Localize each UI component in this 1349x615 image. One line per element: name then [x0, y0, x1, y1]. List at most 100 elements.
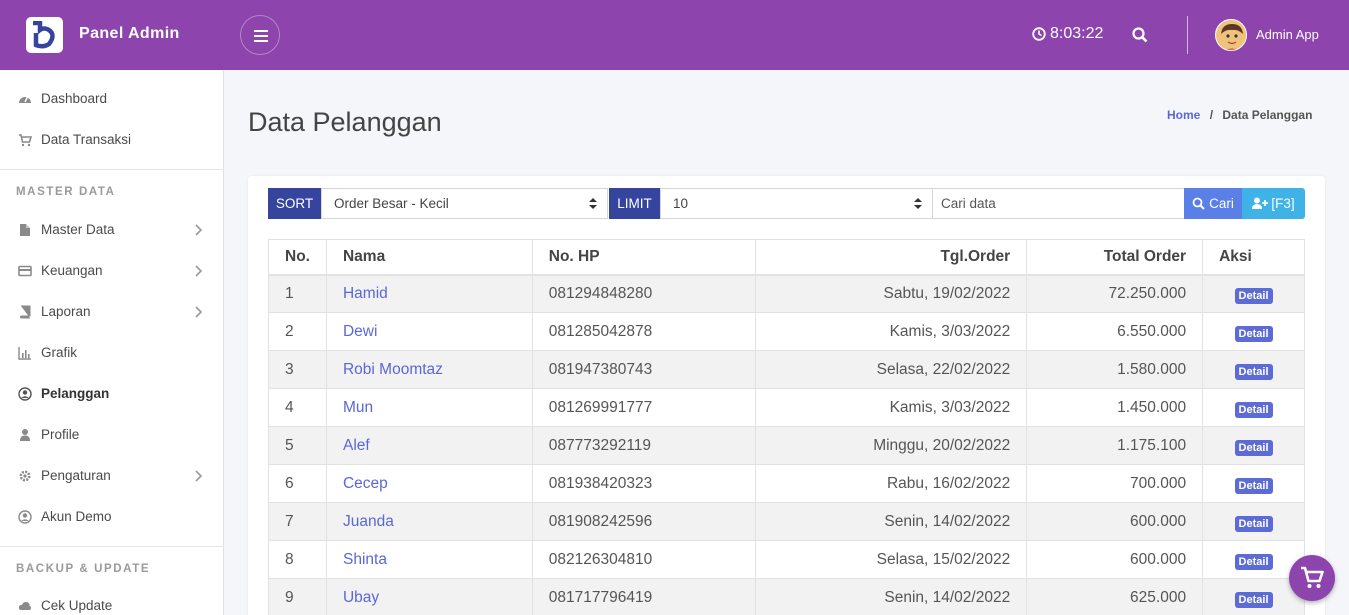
customer-name-link[interactable]: Robi Moomtaz	[325, 350, 533, 389]
cell-aksi: Detail	[1202, 426, 1305, 465]
detail-button[interactable]: Detail	[1234, 363, 1273, 380]
cell-total: 1.175.100	[1026, 426, 1204, 465]
customer-name-link[interactable]: Dewi	[325, 312, 533, 351]
cell-tgl: Sabtu, 19/02/2022	[754, 274, 1028, 313]
customer-name-link[interactable]: Mun	[325, 388, 533, 427]
menu-toggle-button[interactable]	[240, 15, 280, 55]
sidebar-item-label: Profile	[41, 427, 80, 442]
user-circle-icon	[18, 510, 32, 524]
sidebar-item-grafik[interactable]: Grafik	[0, 333, 224, 373]
sidebar-item-akun-demo[interactable]: Akun Demo	[0, 497, 224, 537]
column-header-nama[interactable]: Nama	[325, 239, 533, 276]
detail-button[interactable]: Detail	[1234, 477, 1273, 494]
sort-select[interactable]: Order Besar - Kecil	[321, 188, 608, 219]
search-button-label: Cari	[1209, 196, 1234, 211]
sort-select-value: Order Besar - Kecil	[334, 196, 449, 211]
customer-name-link[interactable]: Juanda	[325, 502, 533, 541]
cell-hp: 087773292119	[531, 426, 756, 465]
sidebar: Dashboard Data Transaksi MASTER DATA Mas…	[0, 70, 224, 615]
cell-tgl: Kamis, 3/03/2022	[754, 312, 1028, 351]
cell-total: 72.250.000	[1026, 274, 1204, 313]
cell-no: 3	[268, 350, 327, 389]
sidebar-item-pengaturan[interactable]: Pengaturan	[0, 456, 224, 496]
add-button-label: [F3]	[1271, 196, 1295, 211]
cell-no: 5	[268, 426, 327, 465]
customer-name-link[interactable]: Cecep	[325, 464, 533, 503]
cell-aksi: Detail	[1202, 274, 1305, 313]
cell-total: 700.000	[1026, 464, 1204, 503]
sidebar-item-pelanggan[interactable]: Pelanggan	[0, 374, 224, 414]
detail-button[interactable]: Detail	[1234, 401, 1273, 418]
column-header-total[interactable]: Total Order	[1026, 239, 1204, 276]
clock-icon	[1032, 27, 1046, 41]
limit-select[interactable]: 10	[660, 188, 933, 219]
cell-hp: 081938420323	[531, 464, 756, 503]
add-customer-button[interactable]: [F3]	[1242, 188, 1305, 219]
detail-button[interactable]: Detail	[1234, 325, 1273, 342]
sort-label: SORT	[268, 188, 321, 219]
sidebar-divider	[0, 546, 224, 547]
column-header-no[interactable]: No.	[268, 239, 327, 276]
detail-button[interactable]: Detail	[1234, 287, 1273, 304]
detail-button[interactable]: Detail	[1234, 591, 1273, 608]
chevron-right-icon	[195, 224, 202, 236]
clock: 8:03:22	[1032, 25, 1103, 43]
cell-hp: 081285042878	[531, 312, 756, 351]
user-icon	[20, 429, 30, 441]
customer-table: No. Nama No. HP Tgl.Order Total Order Ak…	[268, 239, 1305, 615]
cell-total: 1.450.000	[1026, 388, 1204, 427]
cell-tgl: Senin, 14/02/2022	[754, 578, 1028, 615]
cell-hp: 082126304810	[531, 540, 756, 579]
customer-name-link[interactable]: Hamid	[325, 274, 533, 313]
username[interactable]: Admin App	[1256, 27, 1319, 42]
sidebar-item-keuangan[interactable]: Keuangan	[0, 251, 224, 291]
table-row: 8 Shinta 082126304810 Selasa, 15/02/2022…	[268, 540, 1305, 579]
floating-cart-button[interactable]	[1289, 555, 1335, 601]
cell-total: 1.580.000	[1026, 350, 1204, 389]
sidebar-item-label: Dashboard	[41, 91, 108, 106]
sidebar-item-profile[interactable]: Profile	[0, 415, 224, 455]
brand-name[interactable]: Panel Admin	[79, 25, 180, 43]
column-header-hp[interactable]: No. HP	[531, 239, 756, 276]
cell-tgl: Kamis, 3/03/2022	[754, 388, 1028, 427]
user-plus-icon	[1252, 197, 1269, 209]
cell-tgl: Selasa, 22/02/2022	[754, 350, 1028, 389]
dashboard-icon	[19, 96, 31, 103]
detail-button[interactable]: Detail	[1234, 553, 1273, 570]
detail-button[interactable]: Detail	[1234, 439, 1273, 456]
search-button[interactable]: Cari	[1184, 188, 1242, 219]
chevron-right-icon	[195, 265, 202, 277]
sidebar-item-laporan[interactable]: Laporan	[0, 292, 224, 332]
cell-no: 4	[268, 388, 327, 427]
cart-icon	[19, 134, 32, 147]
search-input[interactable]: Cari data	[932, 188, 1185, 219]
cell-hp: 081908242596	[531, 502, 756, 541]
sidebar-item-label: Pengaturan	[41, 468, 111, 483]
cell-aksi: Detail	[1202, 388, 1305, 427]
sidebar-item-dashboard[interactable]: Dashboard	[0, 79, 224, 119]
sidebar-item-master-data[interactable]: Master Data	[0, 210, 224, 250]
cell-total: 625.000	[1026, 578, 1204, 615]
sidebar-item-cek-update[interactable]: Cek Update	[0, 586, 224, 615]
cell-tgl: Selasa, 15/02/2022	[754, 540, 1028, 579]
search-icon[interactable]	[1131, 26, 1149, 48]
cell-no: 6	[268, 464, 327, 503]
sidebar-item-label: Akun Demo	[41, 509, 112, 524]
table-row: 6 Cecep 081938420323 Rabu, 16/02/2022 70…	[268, 464, 1305, 503]
customer-name-link[interactable]: Alef	[325, 426, 533, 465]
brand-logo-icon[interactable]	[26, 17, 63, 53]
table-row: 7 Juanda 081908242596 Senin, 14/02/2022 …	[268, 502, 1305, 541]
customer-name-link[interactable]: Shinta	[325, 540, 533, 579]
select-arrows-icon	[589, 198, 597, 209]
detail-button[interactable]: Detail	[1234, 515, 1273, 532]
column-header-tgl[interactable]: Tgl.Order	[754, 239, 1028, 276]
customer-name-link[interactable]: Ubay	[325, 578, 533, 615]
breadcrumb-separator: /	[1209, 108, 1214, 122]
breadcrumb-home-link[interactable]: Home	[1167, 108, 1200, 122]
avatar[interactable]	[1215, 19, 1247, 51]
cell-no: 2	[268, 312, 327, 351]
sidebar-item-data-transaksi[interactable]: Data Transaksi	[0, 120, 224, 160]
cell-tgl: Senin, 14/02/2022	[754, 502, 1028, 541]
user-circle-icon	[18, 387, 32, 401]
sidebar-item-label: Data Transaksi	[41, 132, 132, 147]
